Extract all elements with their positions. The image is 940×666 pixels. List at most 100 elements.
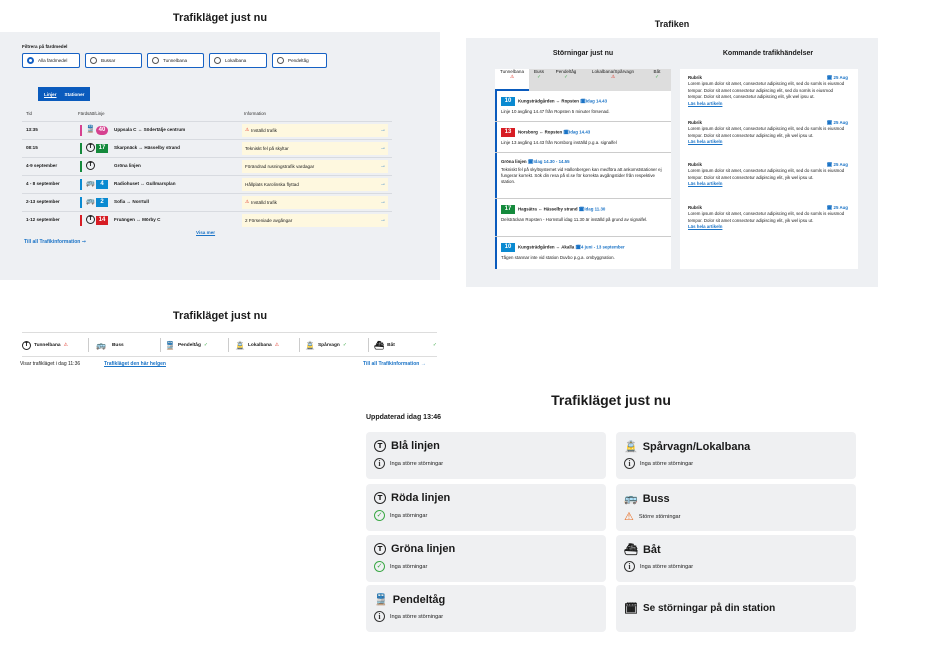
tab-local[interactable]: Lokalbana/Spårvagn ⚠ [583,69,643,91]
divider [228,338,229,352]
divider [160,338,161,352]
arrow-right-icon[interactable]: → [380,163,386,169]
warning-icon: ⚠ [245,128,250,133]
view-tabs: Linjer Stationer [38,87,91,101]
mode-commuter[interactable]: 🚆 Pendeltåg ✓ [165,339,208,351]
filter-bus[interactable]: Bussar [85,53,142,68]
divider [299,338,300,352]
disruption-card[interactable]: Gröna linjen 🗓Idag 14.30 - 14.55 Teknisk… [495,155,671,199]
all-traffic-link[interactable]: Till all Trafikinformation → [24,239,86,245]
line-color-bar [80,125,82,136]
tile-station-search[interactable]: 🗓 Se störningar på din station [616,585,856,632]
station-calendar-icon: 🗓 [624,603,638,615]
weekend-link[interactable]: Trafikläget den här helgen [104,361,166,367]
arrow-right-icon[interactable]: → [380,199,386,205]
disruption-card[interactable]: 10 Kungsträdgården ↔ Ropsten 🗓Idag 14.43 … [495,93,671,122]
line-color-bar [80,215,82,226]
info-icon: i [624,561,635,572]
table-row[interactable]: 4 - 8 september 🚌 4 Radiohuset ↔ Gullmar… [22,175,392,191]
row-info: ⚠ Inställd trafik [242,124,388,137]
ferry-icon: ⛴ [624,544,638,556]
calendar-icon: 🗓 [826,205,833,210]
mode-local[interactable]: 🚊 Lokalbana ⚠ [235,339,279,351]
tab-metro[interactable]: Tunnelbana ⚠ [495,69,529,91]
tab-boat[interactable]: Båt ✓ [646,69,668,91]
ferry-icon: ⛴ [374,340,385,350]
divider [88,338,89,352]
filter-all[interactable]: Alla färdmedel [22,53,80,68]
disruption-card[interactable]: 10 Kungsträdgården ↔ Akalla 🗓4 juni - 13 … [495,239,671,267]
tram-icon: 🚊 [624,441,638,453]
tram-icon: 🚊 [235,340,245,350]
filter-metro[interactable]: Tunnelbana [147,53,204,68]
arrow-right-icon[interactable]: → [380,181,386,187]
mode-boat[interactable]: ⛴ Båt ✓ [374,339,437,351]
row-info: Förändrad rusningstrafik vardagar [242,160,388,173]
tile-tram-local[interactable]: 🚊 Spårvagn/Lokalbana i Inga större störnin… [616,432,856,479]
tile-red-line[interactable]: T Röda linjen ✓ Inga störningar [366,484,606,531]
filter-commuter[interactable]: Pendeltåg [272,53,327,68]
tile-green-line[interactable]: T Gröna linjen ✓ Inga störningar [366,535,606,582]
info-icon: i [624,458,635,469]
show-more-link[interactable]: Visa mer [196,230,215,235]
metro-icon: T [374,543,386,555]
filter-label: Filtrera på färdmedel [22,44,68,49]
tab-bus[interactable]: Buss ✓ [529,69,549,91]
tab-commuter[interactable]: Pendeltåg ✓ [551,69,581,91]
calendar-icon: 🗓 [826,120,833,125]
traffic-overview-panel: Störningar just nu Kommande trafikhändel… [466,38,878,287]
col-time: Tid [26,111,32,116]
tab-stations[interactable]: Stationer [65,92,85,97]
line-badge: 13 [501,128,515,137]
table-row[interactable]: 13:35 🚆 40 Uppsala C ↔ Södertälje centru… [22,121,392,137]
read-article-link[interactable]: Läs hela artikeln [688,139,722,144]
tile-bus[interactable]: 🚌 Buss ⚠ Större störningar [616,484,856,531]
train-icon: 🚆 [165,340,175,350]
arrow-right-icon[interactable]: → [380,127,386,133]
read-article-link[interactable]: Läs hela artikeln [688,224,722,229]
arrow-right-icon[interactable]: → [380,145,386,151]
row-route: Sofia ↔ Norrtull [114,199,149,204]
article: Rubrik 🗓 25 Aug Lorem ipsum dolor sit ame… [688,75,848,106]
read-article-link[interactable]: Läs hela artikeln [688,101,722,106]
divider [22,332,437,333]
table-row[interactable]: 08:15 T 17 Skarpnäck ↔ Hässelby strand T… [22,139,392,155]
bus-icon: 🚌 [624,493,638,505]
filter-local[interactable]: Lokalbana [209,53,267,68]
tile-blue-line[interactable]: T Blå linjen i Inga större störningar [366,432,606,479]
warning-icon: ⚠ [245,200,250,205]
line-number: 14 [96,216,108,225]
line-number: 17 [96,144,108,153]
mode-metro[interactable]: T Tunnelbana ⚠ [22,339,68,351]
status-text: Visar trafikläget i dag 11:36 [20,361,81,367]
check-circle-icon: ✓ [374,510,385,521]
read-article-link[interactable]: Läs hela artikeln [688,181,722,186]
upcoming-title: Kommande trafikhändelser [722,50,814,57]
metro-icon: T [86,143,95,152]
line-color-bar [80,197,82,208]
divider [22,356,437,357]
row-route: Fruängen ↔ Mörby C [114,217,161,222]
bus-icon: 🚌 [96,340,106,350]
row-route: Gröna linjen [114,163,141,168]
row-time: 4 - 8 september [26,181,60,186]
bus-icon: 🚌 [86,180,95,187]
disruption-card[interactable]: 17 Hagsätra ↔ Hässelby strand 🗓Idag 11.30… [495,201,671,237]
row-info: ⚠ Inställd trafik [242,196,388,209]
disruption-card[interactable]: 13 Norsborg ↔ Ropsten 🗓Idag 14.43 Linje 1… [495,124,671,153]
tab-lines[interactable]: Linjer [44,92,57,97]
arrow-right-icon[interactable]: → [380,217,386,223]
row-time: 2-13 september [26,199,60,204]
article: Rubrik 🗓 25 Aug Lorem ipsum dolor sit ame… [688,205,848,230]
panel-c-title: Trafikläget just nu [172,310,268,322]
radio-icon [27,57,34,64]
mode-tram[interactable]: 🚊 Spårvagn ✓ [305,339,347,351]
table-row[interactable]: 4-9 september T Gröna linjen Förändrad r… [22,157,392,173]
table-row[interactable]: 1-12 september T 14 Fruängen ↔ Mörby C 2… [22,211,392,227]
updated-text: Uppdaterad idag 13:46 [366,414,442,421]
tile-commuter[interactable]: 🚆 Pendeltåg i Inga större störningar [366,585,606,632]
all-traffic-link-c[interactable]: Till all Trafikinformation → [363,361,426,367]
tile-boat[interactable]: ⛴ Båt i Inga större störningar [616,535,856,582]
table-row[interactable]: 2-13 september 🚌 2 Sofia ↔ Norrtull ⚠ Ins… [22,193,392,209]
row-route: Skarpnäck ↔ Hässelby strand [114,145,180,150]
